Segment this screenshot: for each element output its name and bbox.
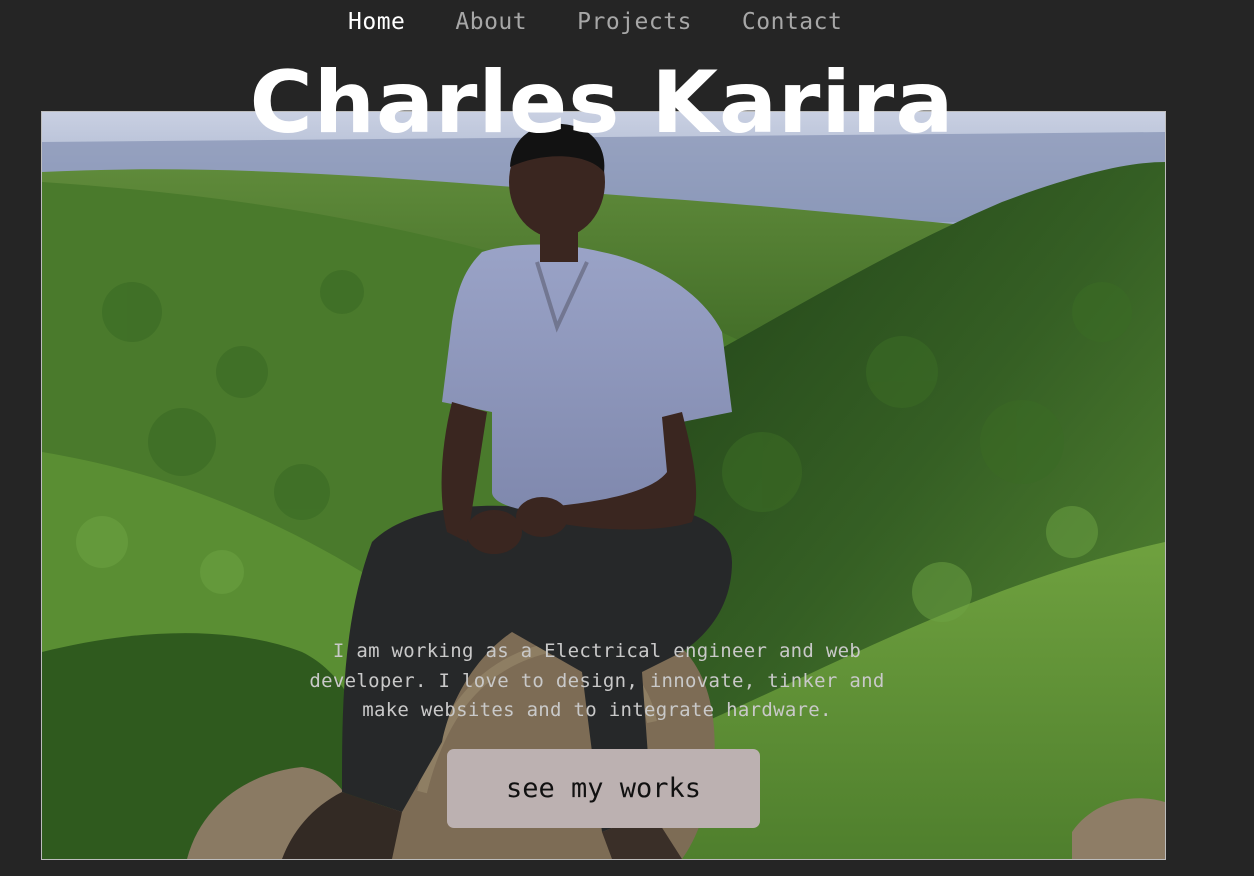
top-navigation: Home About Projects Contact [348,4,842,40]
nav-contact-link[interactable]: Contact [742,9,842,35]
nav-projects-link[interactable]: Projects [577,9,692,35]
see-my-works-button[interactable]: see my works [447,749,760,828]
portrait-photo-image [42,112,1165,859]
hero-photo [41,111,1166,860]
intro-text: I am working as a Electrical engineer an… [309,640,885,721]
nav-about-link[interactable]: About [455,9,527,35]
page-title: Charles Karira [249,53,955,153]
nav-home-link[interactable]: Home [348,9,405,35]
